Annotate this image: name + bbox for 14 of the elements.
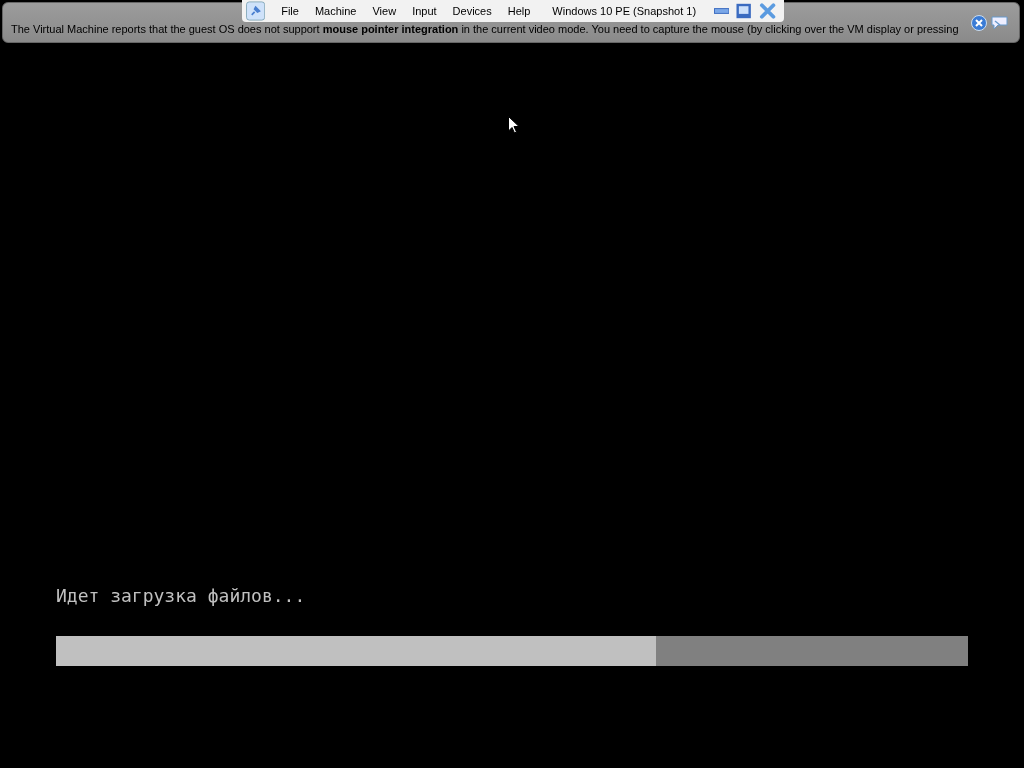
- restore-icon[interactable]: [736, 3, 752, 19]
- minimize-icon[interactable]: [714, 7, 730, 15]
- menu-item[interactable]: Help: [507, 5, 531, 17]
- speech-bubble-icon[interactable]: [991, 14, 1009, 31]
- menu-item[interactable]: View: [372, 5, 397, 17]
- notification-message: The Virtual Machine reports that the guest OS does not support mouse pointer integration in the current video mode. You need to capture the mouse (by clicking over the VM display or pressing: [11, 23, 960, 36]
- menu-item[interactable]: Input: [412, 5, 437, 17]
- menu-item[interactable]: Machine: [314, 5, 357, 17]
- menu-item[interactable]: Devices: [452, 5, 492, 17]
- close-icon[interactable]: [758, 2, 776, 20]
- window-title: Windows 10 PE (Snapshot 1): [552, 5, 697, 17]
- status-text: Идет загрузка файлов...: [56, 585, 307, 606]
- menu-item[interactable]: File: [281, 5, 299, 17]
- mouse-pointer-icon: [508, 116, 520, 134]
